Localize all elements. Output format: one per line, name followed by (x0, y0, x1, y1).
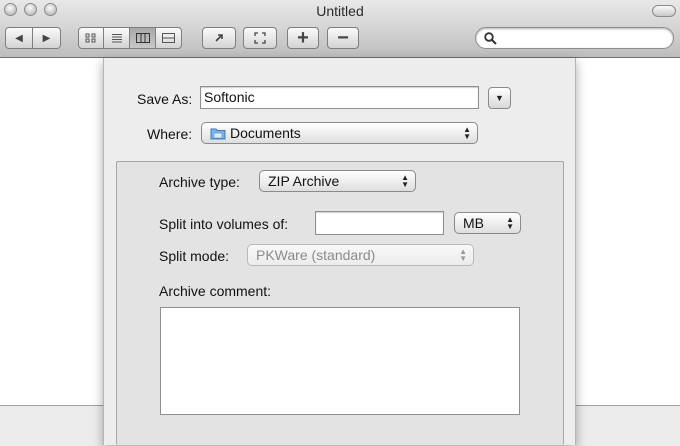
arrow-up-right-icon (215, 34, 223, 42)
updown-arrows-icon: ▲ ▼ (459, 247, 467, 263)
window-status-bar-left (0, 405, 103, 446)
forward-arrow-icon: ▶ (42, 32, 51, 44)
split-mode-label: Split mode: (159, 248, 230, 264)
updown-arrows-icon: ▲ ▼ (401, 173, 409, 189)
archive-type-value: ZIP Archive (268, 173, 340, 189)
back-arrow-icon: ◀ (15, 32, 23, 44)
where-value: Documents (230, 125, 301, 141)
add-button[interactable]: + (287, 27, 319, 49)
where-label: Where: (147, 126, 193, 142)
updown-arrows-icon: ▲ ▼ (463, 125, 471, 141)
coverflow-view-icon (162, 33, 175, 43)
save-as-field[interactable]: Softonic (200, 86, 479, 109)
save-as-label: Save As: (137, 91, 193, 107)
window-toolbar: Untitled ◀ ▶ + − (0, 0, 680, 58)
archive-comment-textarea[interactable] (160, 307, 520, 415)
archive-type-popup[interactable]: ZIP Archive ▲ ▼ (259, 170, 416, 192)
folder-icon (210, 128, 226, 140)
column-view-button[interactable] (130, 27, 156, 49)
search-icon (484, 32, 497, 45)
back-button[interactable]: ◀ (5, 27, 33, 49)
icon-view-button[interactable] (78, 27, 104, 49)
action-button[interactable] (202, 27, 236, 49)
unit-value: MB (463, 215, 484, 231)
icon-view-icon (85, 33, 96, 43)
column-view-icon (135, 33, 150, 43)
unit-popup[interactable]: MB ▲ ▼ (454, 212, 521, 234)
search-field[interactable] (475, 27, 674, 49)
split-volumes-label: Split into volumes of: (159, 216, 289, 232)
chevron-down-icon: ▼ (495, 93, 504, 103)
forward-button[interactable]: ▶ (33, 27, 61, 49)
list-view-button[interactable] (104, 27, 130, 49)
split-volumes-field[interactable] (315, 211, 444, 235)
back-forward-control: ◀ ▶ (5, 27, 61, 49)
coverflow-view-button[interactable] (156, 27, 182, 49)
split-mode-popup[interactable]: PKWare (standard) ▲ ▼ (247, 244, 474, 266)
split-mode-value: PKWare (standard) (256, 247, 376, 263)
archive-comment-label: Archive comment: (159, 283, 272, 299)
updown-arrows-icon: ▲ ▼ (506, 215, 514, 231)
expand-icon (254, 32, 266, 44)
minus-icon: − (337, 26, 349, 49)
plus-icon: + (297, 26, 309, 49)
remove-button[interactable]: − (327, 27, 359, 49)
toolbar-toggle-button[interactable] (652, 5, 676, 17)
fullscreen-button[interactable] (243, 27, 277, 49)
list-view-icon (111, 34, 122, 43)
window-status-bar-right (576, 405, 680, 446)
where-popup[interactable]: Documents ▲ ▼ (201, 122, 478, 144)
window-title: Untitled (316, 3, 364, 19)
archive-type-label: Archive type: (159, 174, 240, 190)
expand-dialog-button[interactable]: ▼ (488, 87, 511, 109)
view-mode-control (78, 27, 182, 49)
